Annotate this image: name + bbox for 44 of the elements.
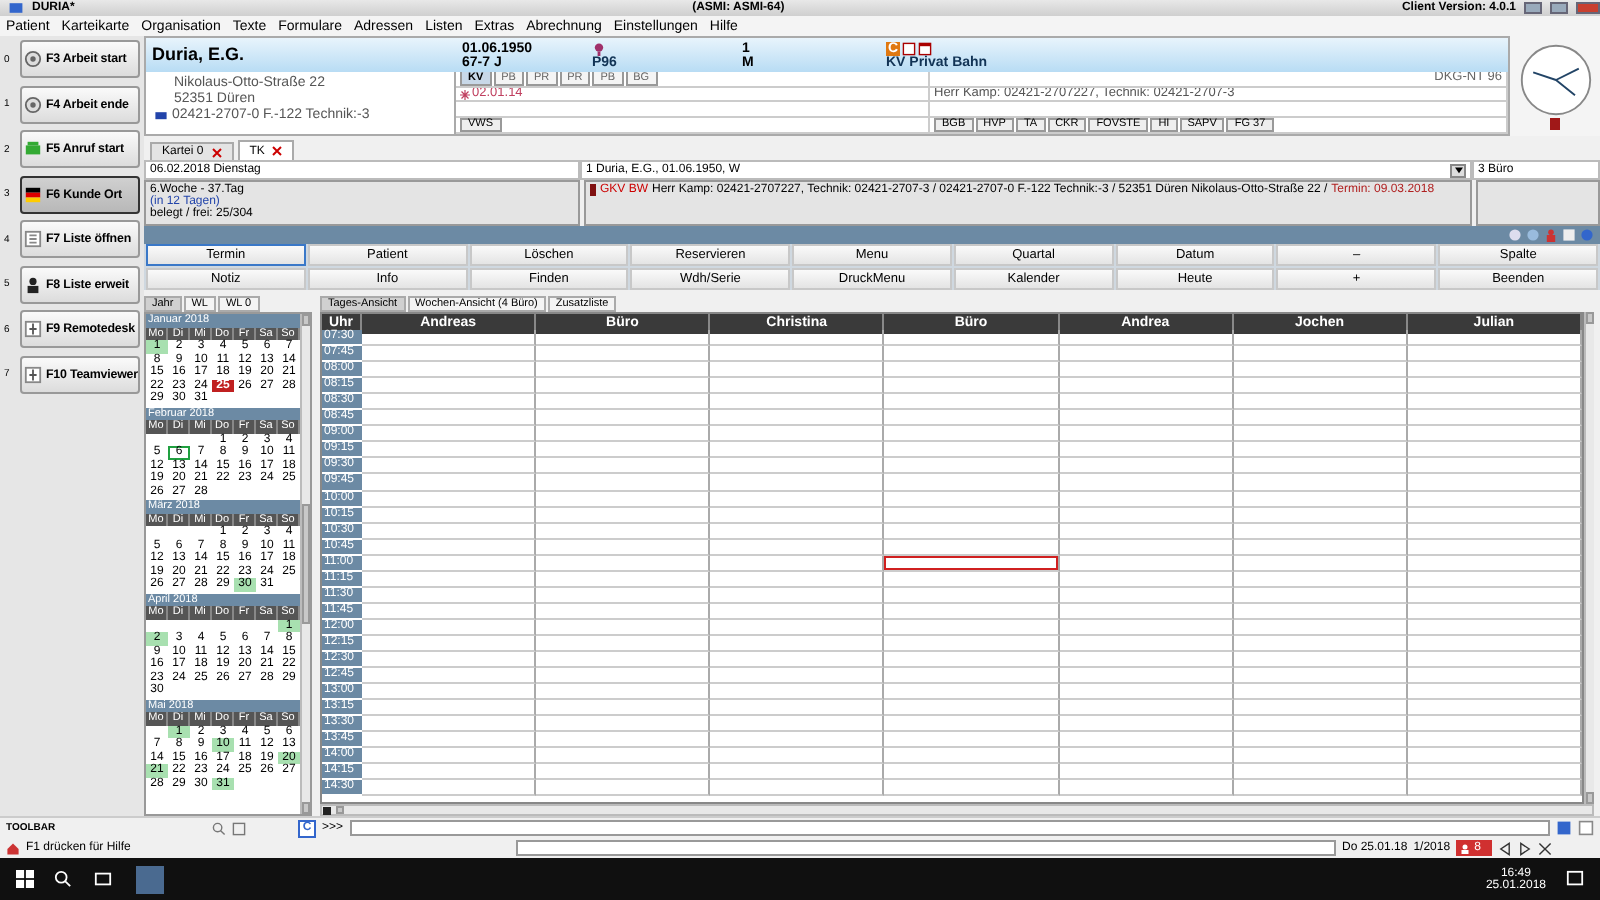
app-icon[interactable] <box>134 865 166 893</box>
back-icon[interactable] <box>1498 841 1513 855</box>
schedule-slot[interactable] <box>1233 330 1408 347</box>
patient-name: Duria, E.G. <box>152 46 247 64</box>
flag-icon <box>24 185 42 204</box>
list-icon <box>24 230 42 249</box>
scrollbar[interactable] <box>300 314 310 814</box>
gear-icon <box>24 50 42 69</box>
marker-icon <box>590 184 596 196</box>
clock-icon <box>1517 42 1593 118</box>
schedule-slot[interactable] <box>1059 330 1234 347</box>
person-icon <box>1460 843 1471 853</box>
app-icon <box>8 0 24 16</box>
schedule-slot[interactable] <box>710 330 885 347</box>
forward-icon[interactable] <box>1518 841 1533 855</box>
collapse-icon[interactable] <box>1538 841 1553 855</box>
task-view-icon[interactable] <box>92 870 114 888</box>
person-icon <box>24 275 42 294</box>
command-field[interactable] <box>349 820 1550 836</box>
notification-icon[interactable] <box>1566 870 1584 888</box>
document-icon <box>902 41 917 55</box>
save-icon <box>322 805 332 815</box>
schedule-slot[interactable] <box>362 330 537 347</box>
schedule-slot[interactable] <box>536 330 711 347</box>
calendar-icon <box>918 41 933 55</box>
asterisk-icon <box>460 89 470 100</box>
gear-icon <box>24 95 42 114</box>
selected-slot[interactable] <box>884 555 1060 572</box>
minimize-button[interactable] <box>1524 2 1542 14</box>
window-icon[interactable] <box>232 821 246 835</box>
maximize-button[interactable] <box>1550 2 1568 14</box>
close-icon[interactable] <box>272 146 283 156</box>
caret-icon <box>1453 166 1463 174</box>
close-icon[interactable] <box>211 147 222 157</box>
scrollbar[interactable] <box>1584 312 1594 804</box>
schedule-slot[interactable] <box>1407 330 1582 347</box>
person-icon[interactable] <box>1544 228 1558 242</box>
horizontal-scrollbar[interactable] <box>320 804 1594 816</box>
note-box <box>1476 180 1600 226</box>
close-button[interactable] <box>1576 2 1600 14</box>
female-icon <box>592 41 606 55</box>
windows-icon[interactable] <box>16 870 34 888</box>
bookmark-icon[interactable] <box>1550 118 1560 130</box>
schedule-slot[interactable] <box>884 330 1060 347</box>
